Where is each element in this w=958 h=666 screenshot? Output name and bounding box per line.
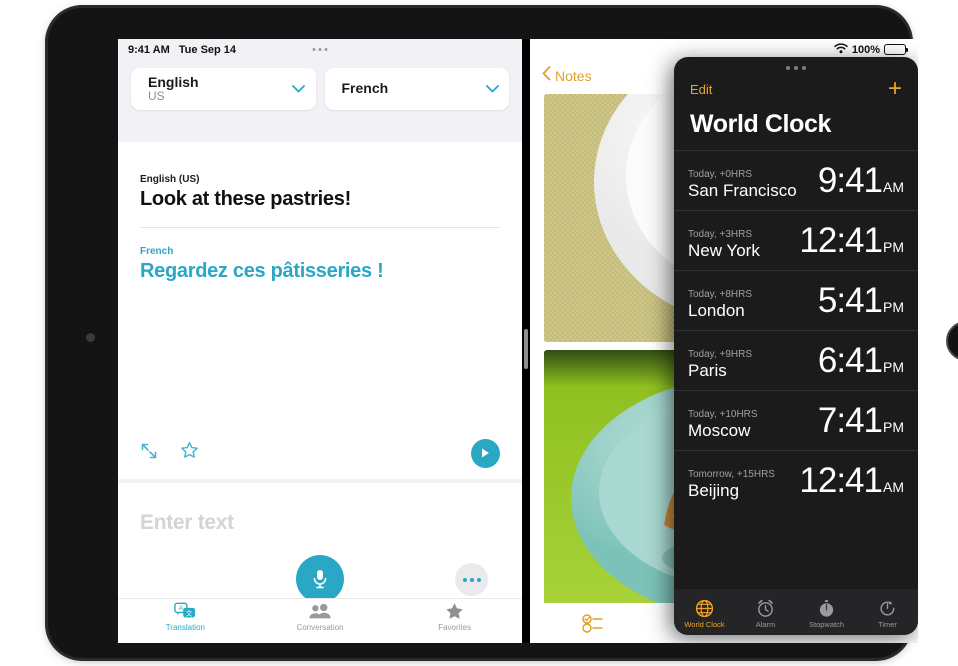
city-ampm: PM xyxy=(883,239,904,255)
target-text-label: French xyxy=(140,246,174,257)
tab-label: World Clock xyxy=(684,620,725,629)
city-time: 12:41 xyxy=(799,221,883,260)
city-offset: Today, +3HRS xyxy=(688,229,753,240)
city-name: London xyxy=(688,301,745,320)
multitasking-controls-button[interactable] xyxy=(312,48,328,51)
star-outline-icon[interactable] xyxy=(180,441,199,465)
source-language-selector[interactable]: English US xyxy=(131,68,316,110)
home-button[interactable] xyxy=(946,321,958,361)
translate-app-pane: 9:41 AM Tue Sep 14 English US French Eng… xyxy=(118,39,522,643)
svg-text:文: 文 xyxy=(186,608,193,617)
world-clock-row[interactable]: Today, +10HRS Moscow 7:41 PM xyxy=(674,390,918,450)
source-text-label: English (US) xyxy=(140,174,200,185)
translation-actions xyxy=(118,427,522,479)
world-clock-row[interactable]: Today, +8HRS London 5:41 PM xyxy=(674,270,918,330)
city-name: New York xyxy=(688,241,760,260)
tab-conversation[interactable]: Conversation xyxy=(253,602,388,632)
target-text-block: French Regardez ces pâtisseries ! xyxy=(118,228,522,283)
front-camera-icon xyxy=(86,333,95,342)
battery-icon xyxy=(884,44,908,55)
svg-text:A: A xyxy=(179,605,184,612)
world-clock-list: Today, +0HRS San Francisco 9:41 AM Today… xyxy=(674,150,918,510)
split-view-divider[interactable] xyxy=(522,39,530,643)
slideover-multitasking-controls-button[interactable] xyxy=(674,57,918,70)
translate-tab-bar: A 文 Translation Conversation Favorites xyxy=(118,598,522,643)
world-clock-row[interactable]: Tomorrow, +15HRS Beijing 12:41 AM xyxy=(674,450,918,510)
checklist-button[interactable] xyxy=(530,612,659,634)
city-offset: Tomorrow, +15HRS xyxy=(688,469,775,480)
tab-favorites[interactable]: Favorites xyxy=(387,602,522,632)
ellipsis-icon xyxy=(462,577,467,582)
city-time: 9:41 xyxy=(817,161,883,200)
clock-page-title: World Clock xyxy=(690,110,831,138)
target-text: Regardez ces pâtisseries ! xyxy=(140,260,384,282)
source-text-block: English (US) Look at these pastries! xyxy=(118,142,522,227)
clock-tab-bar: World Clock Alarm Stopwatch Timer xyxy=(674,589,918,635)
tab-label: Conversation xyxy=(296,623,344,632)
split-view-grabber[interactable] xyxy=(524,329,528,369)
city-name: Paris xyxy=(688,361,727,380)
source-text: Look at these pastries! xyxy=(140,188,351,210)
city-ampm: PM xyxy=(883,419,904,435)
clock-header: Edit + xyxy=(674,70,918,101)
status-bar-time: 9:41 AM xyxy=(128,43,170,56)
clock-app-slideover: Edit + World Clock Today, +0HRS San Fran… xyxy=(674,57,918,635)
text-input-area[interactable]: Enter text A 文 Translation Conversation … xyxy=(118,483,522,643)
ipad-device-frame: 9:41 AM Tue Sep 14 English US French Eng… xyxy=(48,8,958,658)
tab-stopwatch[interactable]: Stopwatch xyxy=(796,599,857,629)
city-ampm: AM xyxy=(883,179,904,195)
city-offset: Today, +8HRS xyxy=(688,289,753,300)
city-time: 12:41 xyxy=(799,461,883,500)
more-options-button[interactable] xyxy=(455,563,488,596)
tab-label: Favorites xyxy=(438,623,472,632)
status-bar-left: 9:41 AM Tue Sep 14 xyxy=(118,39,522,60)
tab-label: Translation xyxy=(165,623,205,632)
status-bar-date: Tue Sep 14 xyxy=(178,43,237,56)
expand-arrows-icon[interactable] xyxy=(140,442,158,465)
chevron-down-icon[interactable] xyxy=(282,85,316,93)
chevron-left-icon xyxy=(542,66,551,86)
target-language-name: French xyxy=(341,80,389,97)
enter-text-placeholder[interactable]: Enter text xyxy=(118,483,522,535)
city-name: Beijing xyxy=(688,481,740,500)
edit-button[interactable]: Edit xyxy=(690,82,712,97)
tab-world-clock[interactable]: World Clock xyxy=(674,599,735,629)
city-time: 5:41 xyxy=(817,281,883,320)
tab-label: Stopwatch xyxy=(808,620,845,629)
target-language-selector[interactable]: French xyxy=(324,68,509,110)
city-offset: Today, +0HRS xyxy=(688,169,753,180)
city-offset: Today, +10HRS xyxy=(688,409,758,420)
world-clock-row[interactable]: Today, +3HRS New York 12:41 PM xyxy=(674,210,918,270)
tab-alarm[interactable]: Alarm xyxy=(735,599,796,629)
add-city-button[interactable]: + xyxy=(888,77,902,101)
source-language-region: US xyxy=(148,89,165,104)
city-time: 7:41 xyxy=(817,401,883,440)
battery-percent: 100% xyxy=(851,43,880,56)
tab-label: Alarm xyxy=(755,620,776,629)
city-time: 6:41 xyxy=(817,341,883,380)
ellipsis-icon xyxy=(469,577,474,582)
city-ampm: PM xyxy=(883,299,904,315)
city-offset: Today, +9HRS xyxy=(688,349,753,360)
wifi-icon xyxy=(834,41,848,59)
tab-timer[interactable]: Timer xyxy=(857,599,918,629)
tab-translation[interactable]: A 文 Translation xyxy=(118,602,253,632)
translation-result-card: English (US) Look at these pastries! Fre… xyxy=(118,142,522,479)
notes-back-label: Notes xyxy=(555,68,592,84)
tab-label: Timer xyxy=(878,620,897,629)
world-clock-row[interactable]: Today, +9HRS Paris 6:41 PM xyxy=(674,330,918,390)
ipad-screen: 9:41 AM Tue Sep 14 English US French Eng… xyxy=(118,39,918,643)
city-ampm: AM xyxy=(883,479,904,495)
ellipsis-icon xyxy=(476,577,481,582)
city-name: Moscow xyxy=(688,421,751,440)
source-language-name: English xyxy=(148,73,199,90)
microphone-button[interactable] xyxy=(296,555,344,603)
city-name: San Francisco xyxy=(688,181,797,200)
play-circle-icon[interactable] xyxy=(471,438,500,468)
language-selector-bar: English US French xyxy=(118,60,522,122)
chevron-down-icon[interactable] xyxy=(475,85,509,93)
city-ampm: PM xyxy=(883,359,904,375)
world-clock-row[interactable]: Today, +0HRS San Francisco 9:41 AM xyxy=(674,150,918,210)
